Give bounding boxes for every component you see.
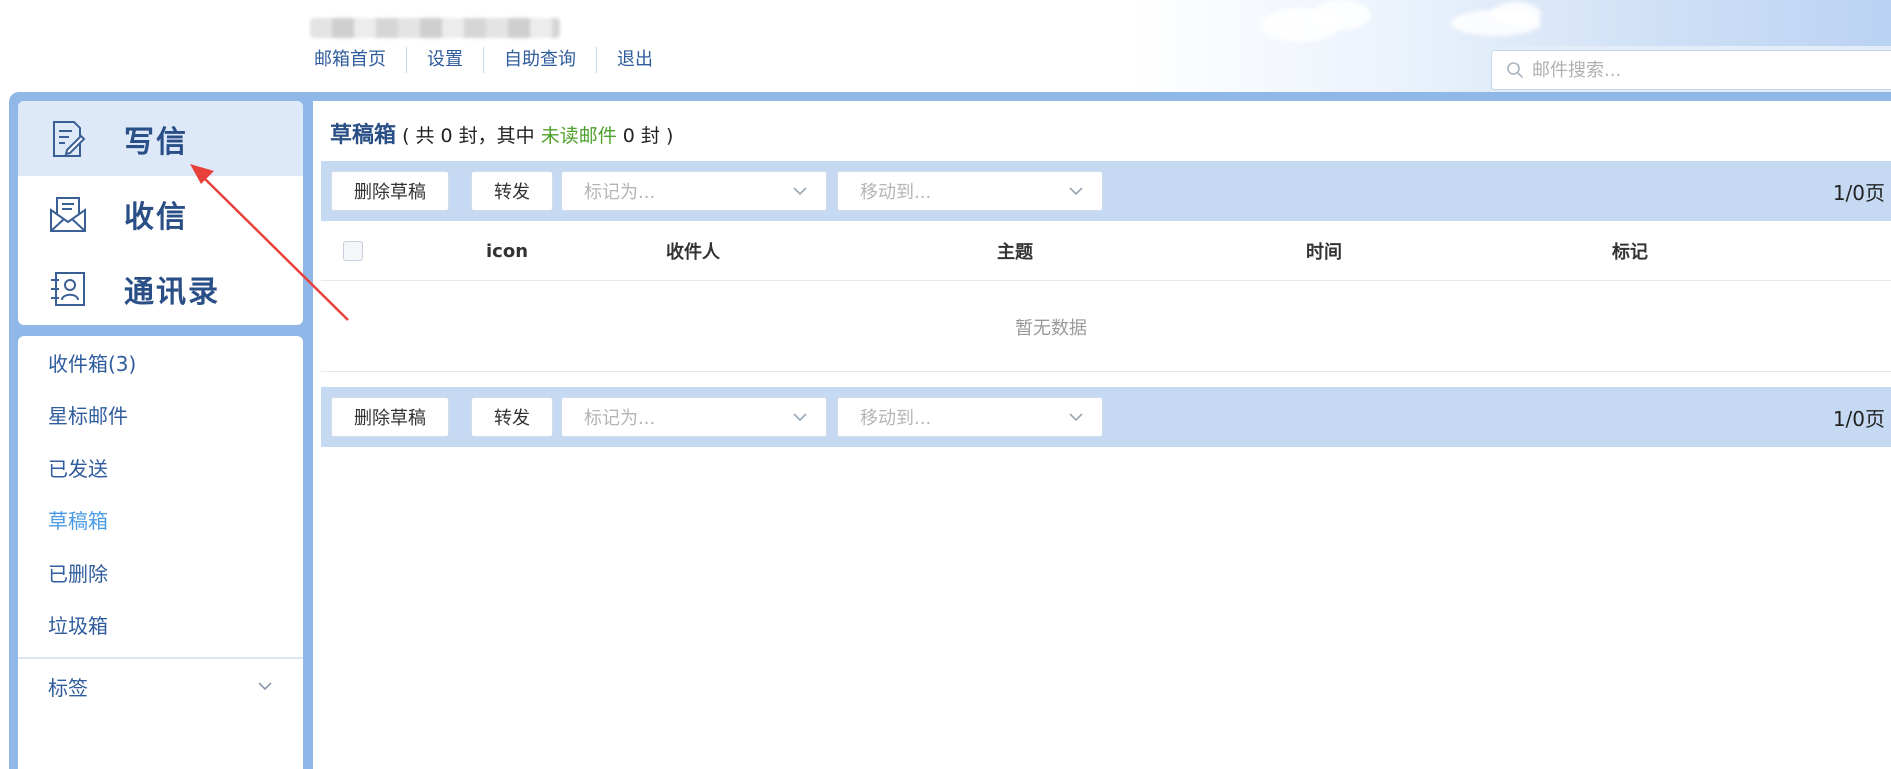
mark-as-placeholder: 标记为... bbox=[584, 408, 656, 429]
mark-as-select-bottom[interactable]: 标记为... bbox=[561, 397, 827, 437]
column-recipient[interactable]: 收件人 bbox=[666, 221, 720, 281]
folder-title: 草稿箱 bbox=[330, 123, 397, 148]
compose-label: 写信 bbox=[124, 124, 188, 160]
contacts-button[interactable]: 通讯录 bbox=[18, 251, 303, 325]
search-box bbox=[1491, 50, 1891, 90]
page-title: 草稿箱 ( 共 0 封，其中 未读邮件 0 封 ) bbox=[330, 117, 673, 149]
nav-self-service[interactable]: 自助查询 bbox=[483, 47, 596, 73]
forward-button[interactable]: 转发 bbox=[471, 171, 553, 211]
chevron-down-icon bbox=[793, 413, 807, 422]
move-to-select-bottom[interactable]: 移动到... bbox=[837, 397, 1103, 437]
toolbar-bottom: 删除草稿 转发 标记为... 移动到... 1/0页 bbox=[321, 387, 1891, 447]
table-header: icon 收件人 主题 时间 标记 bbox=[321, 221, 1891, 281]
nav-mail-home[interactable]: 邮箱首页 bbox=[314, 47, 406, 73]
folder-drafts[interactable]: 草稿箱 bbox=[18, 494, 303, 547]
receive-mail-label: 收信 bbox=[124, 199, 188, 235]
toolbar-top: 删除草稿 转发 标记为... 移动到... 1/0页 bbox=[321, 161, 1891, 221]
compose-icon bbox=[48, 119, 88, 159]
chevron-down-icon bbox=[1069, 413, 1083, 422]
top-nav: 邮箱首页 设置 自助查询 退出 bbox=[314, 47, 673, 73]
empty-state: 暂无数据 bbox=[321, 282, 1891, 372]
search-area bbox=[1483, 46, 1891, 92]
folder-deleted[interactable]: 已删除 bbox=[18, 546, 303, 599]
folder-inbox[interactable]: 收件箱(3) bbox=[18, 336, 303, 389]
nav-settings[interactable]: 设置 bbox=[406, 47, 483, 73]
inbox-envelope-icon bbox=[48, 194, 88, 234]
empty-text: 暂无数据 bbox=[1015, 317, 1087, 339]
folder-spam[interactable]: 垃圾箱 bbox=[18, 599, 303, 652]
summary-suffix: 0 封 ) bbox=[616, 125, 674, 147]
column-subject[interactable]: 主题 bbox=[997, 221, 1033, 281]
tags-toggle[interactable]: 标签 bbox=[18, 659, 303, 713]
folder-starred[interactable]: 星标邮件 bbox=[18, 389, 303, 442]
header: 邮箱首页 设置 自助查询 退出 bbox=[0, 0, 1891, 92]
sidebar-actions: 写信 收信 通讯录 bbox=[18, 101, 303, 325]
page-indicator-bottom: 1/0页 bbox=[1832, 406, 1885, 431]
move-to-select[interactable]: 移动到... bbox=[837, 171, 1103, 211]
tags-label: 标签 bbox=[48, 675, 88, 700]
delete-draft-button-bottom[interactable]: 删除草稿 bbox=[331, 397, 449, 437]
folder-sent[interactable]: 已发送 bbox=[18, 441, 303, 494]
move-to-placeholder: 移动到... bbox=[860, 182, 932, 203]
nav-logout[interactable]: 退出 bbox=[596, 47, 673, 73]
chevron-down-icon bbox=[793, 187, 807, 196]
receive-mail-button[interactable]: 收信 bbox=[18, 176, 303, 251]
forward-button-bottom[interactable]: 转发 bbox=[471, 397, 553, 437]
column-flag[interactable]: 标记 bbox=[1612, 221, 1648, 281]
contacts-icon bbox=[48, 269, 88, 309]
move-to-placeholder: 移动到... bbox=[860, 408, 932, 429]
account-name-redacted bbox=[310, 18, 560, 38]
unread-mail-link[interactable]: 未读邮件 bbox=[541, 125, 617, 147]
select-all-checkbox[interactable] bbox=[343, 241, 363, 261]
mark-as-placeholder: 标记为... bbox=[584, 182, 656, 203]
contacts-label: 通讯录 bbox=[124, 274, 220, 310]
delete-draft-button[interactable]: 删除草稿 bbox=[331, 171, 449, 211]
summary-prefix: ( 共 0 封，其中 bbox=[402, 125, 541, 147]
search-input[interactable] bbox=[1532, 59, 1891, 81]
page-indicator: 1/0页 bbox=[1832, 180, 1885, 205]
sidebar-folders: 收件箱(3) 星标邮件 已发送 草稿箱 已删除 垃圾箱 标签 bbox=[18, 336, 303, 769]
compose-button[interactable]: 写信 bbox=[18, 101, 303, 176]
chevron-down-icon bbox=[258, 682, 272, 691]
main-panel: 草稿箱 ( 共 0 封，其中 未读邮件 0 封 ) 删除草稿 转发 标记为...… bbox=[313, 101, 1891, 769]
column-time[interactable]: 时间 bbox=[1306, 221, 1342, 281]
column-icon: icon bbox=[486, 240, 529, 262]
mark-as-select[interactable]: 标记为... bbox=[561, 171, 827, 211]
chevron-down-icon bbox=[1069, 187, 1083, 196]
search-icon bbox=[1507, 62, 1523, 78]
